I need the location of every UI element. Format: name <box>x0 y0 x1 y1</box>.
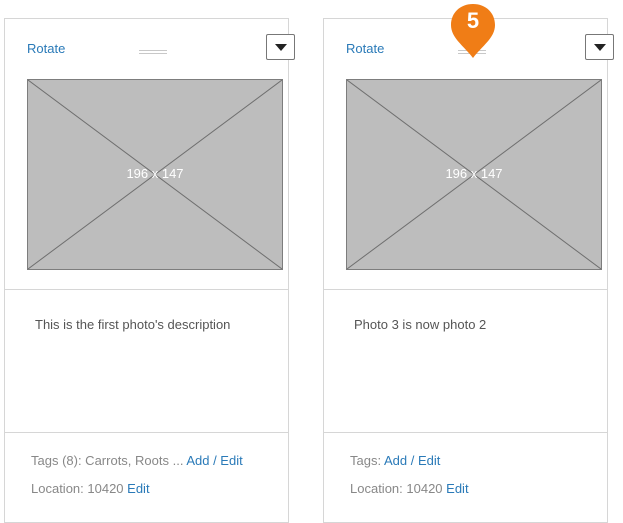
placeholder-dimensions: 196 x 147 <box>445 166 503 181</box>
card-menu-button[interactable] <box>585 34 614 60</box>
rotate-link[interactable]: Rotate <box>346 41 384 56</box>
card-menu-button[interactable] <box>266 34 295 60</box>
location-label: Location: 10420 <box>350 481 443 496</box>
tags-row: Tags: Add / Edit <box>350 453 440 468</box>
caret-down-icon <box>594 44 606 51</box>
location-label: Location: 10420 <box>31 481 124 496</box>
divider <box>5 432 288 433</box>
tags-add-edit-link[interactable]: Add / Edit <box>186 453 242 468</box>
step-number: 5 <box>466 8 480 33</box>
photo-placeholder: 196 x 147 <box>346 79 602 270</box>
location-edit-link[interactable]: Edit <box>446 481 468 496</box>
drag-handle-icon[interactable] <box>139 50 167 56</box>
tags-row: Tags (8): Carrots, Roots ... Add / Edit <box>31 453 243 468</box>
tags-label: Tags (8): Carrots, Roots ... <box>31 453 184 468</box>
tags-label: Tags: <box>350 453 382 468</box>
photo-placeholder: 196 x 147 <box>27 79 283 270</box>
location-row: Location: 10420 Edit <box>350 481 469 496</box>
photo-card-2: Rotate 196 x 147 Photo 3 is now photo 2 … <box>323 18 614 523</box>
divider <box>324 432 607 433</box>
location-row: Location: 10420 Edit <box>31 481 150 496</box>
photo-card-1: Rotate 196 x 147 This is the first photo… <box>4 18 295 523</box>
rotate-link[interactable]: Rotate <box>27 41 65 56</box>
placeholder-dimensions: 196 x 147 <box>126 166 184 181</box>
caret-down-icon <box>275 44 287 51</box>
photo-description[interactable]: Photo 3 is now photo 2 <box>354 317 486 332</box>
tags-add-edit-link[interactable]: Add / Edit <box>384 453 440 468</box>
divider <box>5 289 288 290</box>
divider <box>324 289 607 290</box>
step-marker-badge: 5 <box>448 2 498 60</box>
location-edit-link[interactable]: Edit <box>127 481 149 496</box>
photo-description[interactable]: This is the first photo's description <box>35 317 230 332</box>
